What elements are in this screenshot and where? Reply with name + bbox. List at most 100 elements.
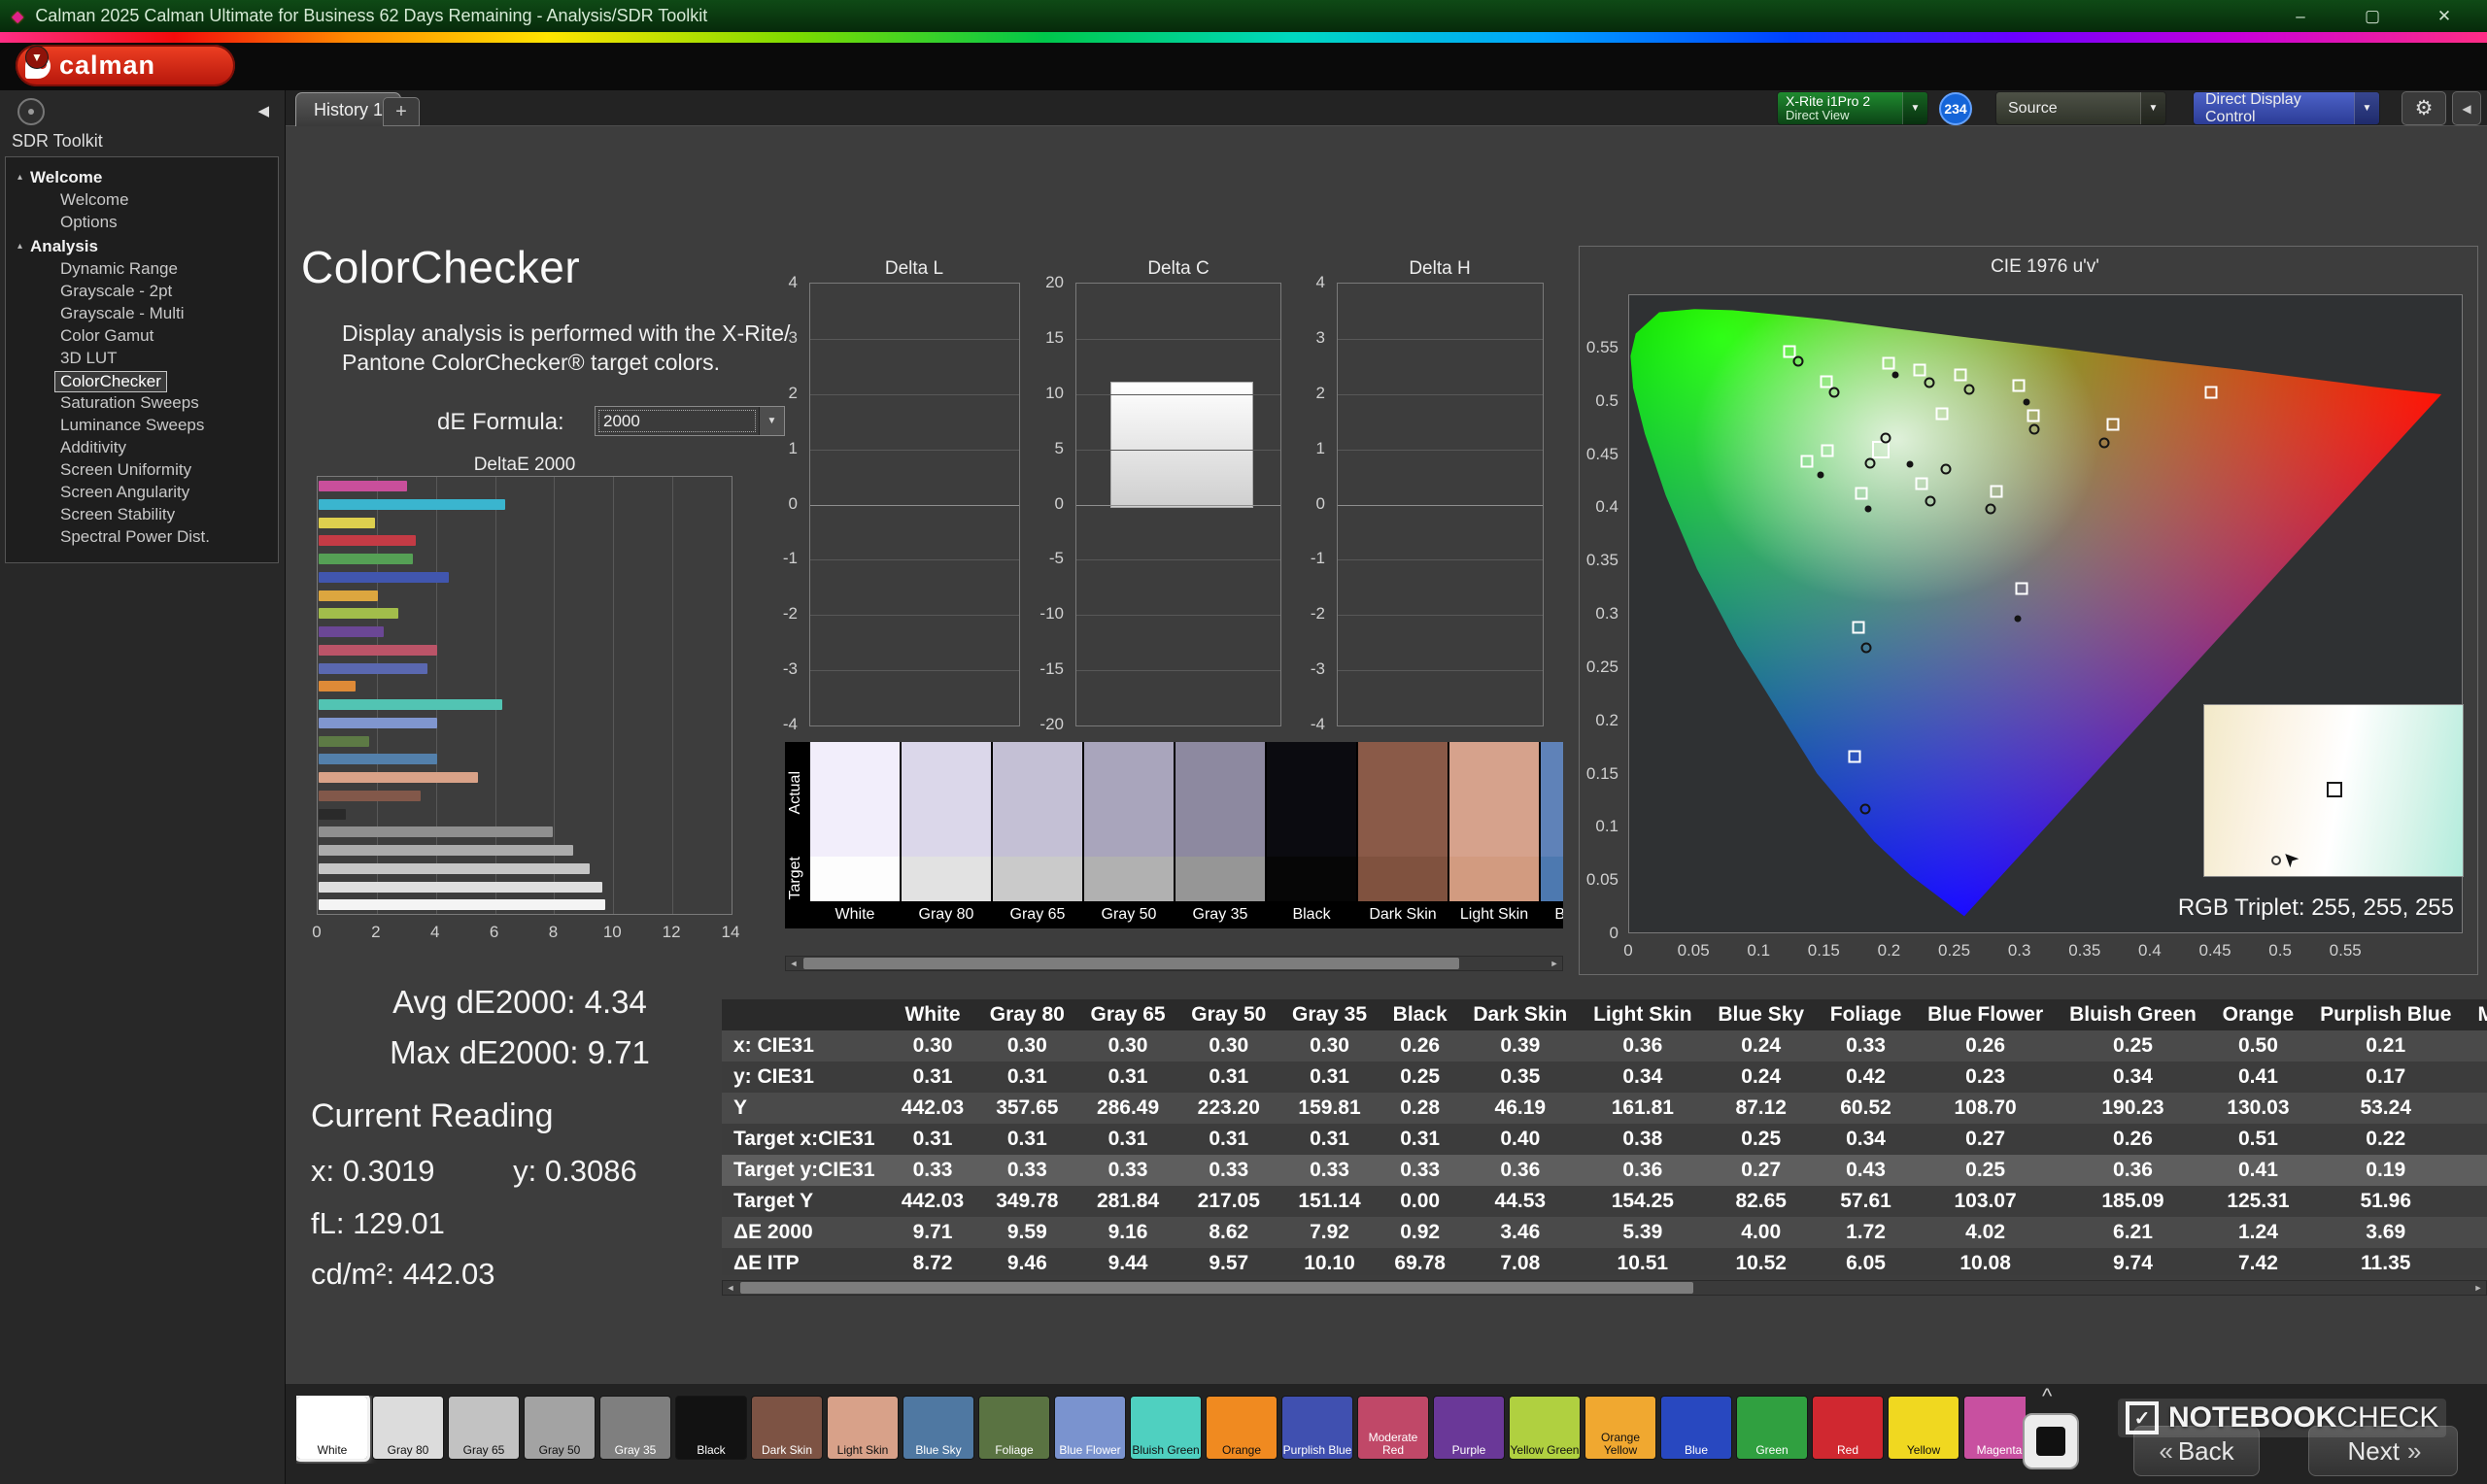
- add-tab-button[interactable]: +: [383, 97, 420, 126]
- pattern-swatch-magenta[interactable]: Magenta: [1963, 1396, 2026, 1460]
- axis-tick-label: 0: [1316, 494, 1325, 514]
- scrollbar-track[interactable]: [738, 1281, 2470, 1295]
- pattern-swatch-blue-flower[interactable]: Blue Flower: [1054, 1396, 1126, 1460]
- pattern-swatch-orange-yellow[interactable]: Orange Yellow: [1584, 1396, 1656, 1460]
- right-panel-collapse-icon[interactable]: ◀: [2452, 91, 2481, 125]
- pattern-swatch-purplish-blue[interactable]: Purplish Blue: [1281, 1396, 1353, 1460]
- scrollbar-thumb[interactable]: [740, 1282, 1693, 1294]
- pattern-window-button[interactable]: [2023, 1413, 2079, 1469]
- minimize-button[interactable]: –: [2279, 7, 2322, 26]
- pattern-swatch-gray-80[interactable]: Gray 80: [372, 1396, 444, 1460]
- maximize-button[interactable]: ▢: [2351, 7, 2394, 26]
- pattern-swatch-dark-skin[interactable]: Dark Skin: [751, 1396, 823, 1460]
- pattern-swatch-gray-65[interactable]: Gray 65: [448, 1396, 520, 1460]
- column-header-light-skin: Light Skin: [1581, 999, 1705, 1030]
- pattern-swatch-purple[interactable]: Purple: [1433, 1396, 1505, 1460]
- pattern-swatch-bluish-green[interactable]: Bluish Green: [1130, 1396, 1202, 1460]
- expand-caret[interactable]: ^: [2042, 1384, 2052, 1409]
- patch-dark-skin[interactable]: Dark Skin: [1358, 742, 1448, 928]
- scroll-right-arrow-icon[interactable]: ►: [2470, 1283, 2486, 1293]
- pattern-swatch-foliage[interactable]: Foliage: [978, 1396, 1050, 1460]
- top-toolbar: History 1 + X-Rite i1Pro 2 Direct View ▼…: [286, 90, 2487, 126]
- sidebar-group-analysis[interactable]: ▴Analysis: [6, 234, 278, 258]
- delta-l-y-axis: 43210-1-2-3-4: [755, 283, 803, 726]
- table-cell: 8.72: [889, 1248, 977, 1275]
- source-dropdown[interactable]: Source ▼: [1995, 91, 2166, 125]
- scroll-right-arrow-icon[interactable]: ►: [1547, 959, 1562, 968]
- sidebar-item-grayscale-2pt[interactable]: Grayscale - 2pt: [6, 281, 278, 303]
- axis-tick-label: 3: [1316, 328, 1325, 348]
- pattern-swatch-yellow-green[interactable]: Yellow Green: [1509, 1396, 1581, 1460]
- scrollbar-track[interactable]: [801, 957, 1547, 970]
- patch-target-swatch: [1358, 857, 1448, 901]
- patch-light-skin[interactable]: Light Skin: [1449, 742, 1539, 928]
- patch-white[interactable]: White: [810, 742, 900, 928]
- patch-blue-sky[interactable]: Blue Sky: [1541, 742, 1563, 928]
- sidebar-item-welcome[interactable]: Welcome: [6, 189, 278, 212]
- gridline: [1338, 450, 1543, 451]
- scroll-left-arrow-icon[interactable]: ◄: [786, 959, 801, 968]
- close-button[interactable]: ✕: [2423, 7, 2466, 26]
- table-cell: 0.19: [2307, 1155, 2465, 1186]
- table-scrollbar[interactable]: ◄ ►: [722, 1280, 2487, 1296]
- logo-menu-chevron-icon[interactable]: ▼: [25, 46, 49, 69]
- sidebar-item-dynamic-range[interactable]: Dynamic Range: [6, 258, 278, 281]
- sidebar-item-colorchecker[interactable]: ColorChecker: [6, 370, 278, 392]
- calman-logo[interactable]: calman ▼: [16, 45, 235, 86]
- sidebar-item-screen-stability[interactable]: Screen Stability: [6, 504, 278, 526]
- pattern-swatch-white[interactable]: White: [296, 1396, 368, 1460]
- axis-tick-label: 0.25: [1938, 941, 1970, 961]
- patch-target-swatch: [993, 857, 1082, 901]
- pattern-swatch-moderate-red[interactable]: Moderate Red: [1357, 1396, 1429, 1460]
- pattern-swatch-red[interactable]: Red: [1812, 1396, 1884, 1460]
- patch-gray-80[interactable]: Gray 80: [902, 742, 991, 928]
- table-cell: 3.69: [2307, 1217, 2465, 1248]
- patch-gray-50[interactable]: Gray 50: [1084, 742, 1174, 928]
- table-header-row: WhiteGray 80Gray 65Gray 50Gray 35BlackDa…: [722, 999, 2487, 1030]
- table-cell: 357.65: [976, 1093, 1077, 1124]
- patch-gray-65[interactable]: Gray 65: [993, 742, 1082, 928]
- meter-dropdown[interactable]: X-Rite i1Pro 2 Direct View ▼: [1777, 91, 1928, 125]
- pattern-swatch-orange[interactable]: Orange: [1206, 1396, 1278, 1460]
- cie-y-axis: 0.550.50.450.40.350.30.250.20.150.10.050: [1580, 294, 1624, 933]
- sidebar-item-spectral-power-dist[interactable]: Spectral Power Dist.: [6, 526, 278, 549]
- sidebar-item-screen-uniformity[interactable]: Screen Uniformity: [6, 459, 278, 482]
- sidebar-item-saturation-sweeps[interactable]: Saturation Sweeps: [6, 392, 278, 415]
- sidebar-item-luminance-sweeps[interactable]: Luminance Sweeps: [6, 415, 278, 437]
- patch-label: Gray 80: [902, 901, 991, 928]
- cie-target-marker: [1936, 407, 1949, 420]
- table-row-e-2000: ΔE 20009.719.599.168.627.920.923.465.394…: [722, 1217, 2487, 1248]
- axis-tick-label: 0.15: [1808, 941, 1840, 961]
- patch-strip-scrollbar[interactable]: ◄ ►: [785, 956, 1563, 971]
- patch-black[interactable]: Black: [1267, 742, 1356, 928]
- sidebar-collapse-icon[interactable]: ◀: [257, 102, 269, 119]
- cie-measured-marker: [1964, 384, 1975, 394]
- patch-gray-35[interactable]: Gray 35: [1175, 742, 1265, 928]
- pattern-swatch-green[interactable]: Green: [1736, 1396, 1808, 1460]
- table-cell: 159.81: [1279, 1093, 1380, 1124]
- sidebar-item-additivity[interactable]: Additivity: [6, 437, 278, 459]
- display-control-dropdown[interactable]: Direct Display Control ▼: [2193, 91, 2380, 125]
- scrollbar-thumb[interactable]: [803, 958, 1459, 969]
- sidebar-item-screen-angularity[interactable]: Screen Angularity: [6, 482, 278, 504]
- pattern-swatch-gray-50[interactable]: Gray 50: [524, 1396, 596, 1460]
- settings-gear-icon[interactable]: ⚙: [2402, 91, 2446, 125]
- table-cell: 82.55: [2465, 1186, 2487, 1217]
- chevron-down-icon[interactable]: ▼: [1902, 92, 1927, 124]
- sidebar-group-welcome[interactable]: ▴Welcome: [6, 165, 278, 189]
- pattern-swatch-gray-35[interactable]: Gray 35: [599, 1396, 671, 1460]
- sidebar-item-color-gamut[interactable]: Color Gamut: [6, 325, 278, 348]
- pattern-swatch-blue[interactable]: Blue: [1660, 1396, 1732, 1460]
- pattern-swatch-light-skin[interactable]: Light Skin: [827, 1396, 899, 1460]
- pattern-swatch-yellow[interactable]: Yellow: [1888, 1396, 1959, 1460]
- sidebar-item-grayscale-multi[interactable]: Grayscale - Multi: [6, 303, 278, 325]
- pattern-swatch-black[interactable]: Black: [675, 1396, 747, 1460]
- column-header-moderate-red: Moderate Red: [2465, 999, 2487, 1030]
- sidebar-item-3d-lut[interactable]: 3D LUT: [6, 348, 278, 370]
- scroll-left-arrow-icon[interactable]: ◄: [723, 1283, 738, 1293]
- chevron-down-icon[interactable]: ▼: [2354, 92, 2379, 124]
- sidebar-item-options[interactable]: Options: [6, 212, 278, 234]
- pattern-swatch-blue-sky[interactable]: Blue Sky: [903, 1396, 974, 1460]
- sidebar-session-button[interactable]: [17, 98, 45, 125]
- chevron-down-icon[interactable]: ▼: [2140, 92, 2165, 124]
